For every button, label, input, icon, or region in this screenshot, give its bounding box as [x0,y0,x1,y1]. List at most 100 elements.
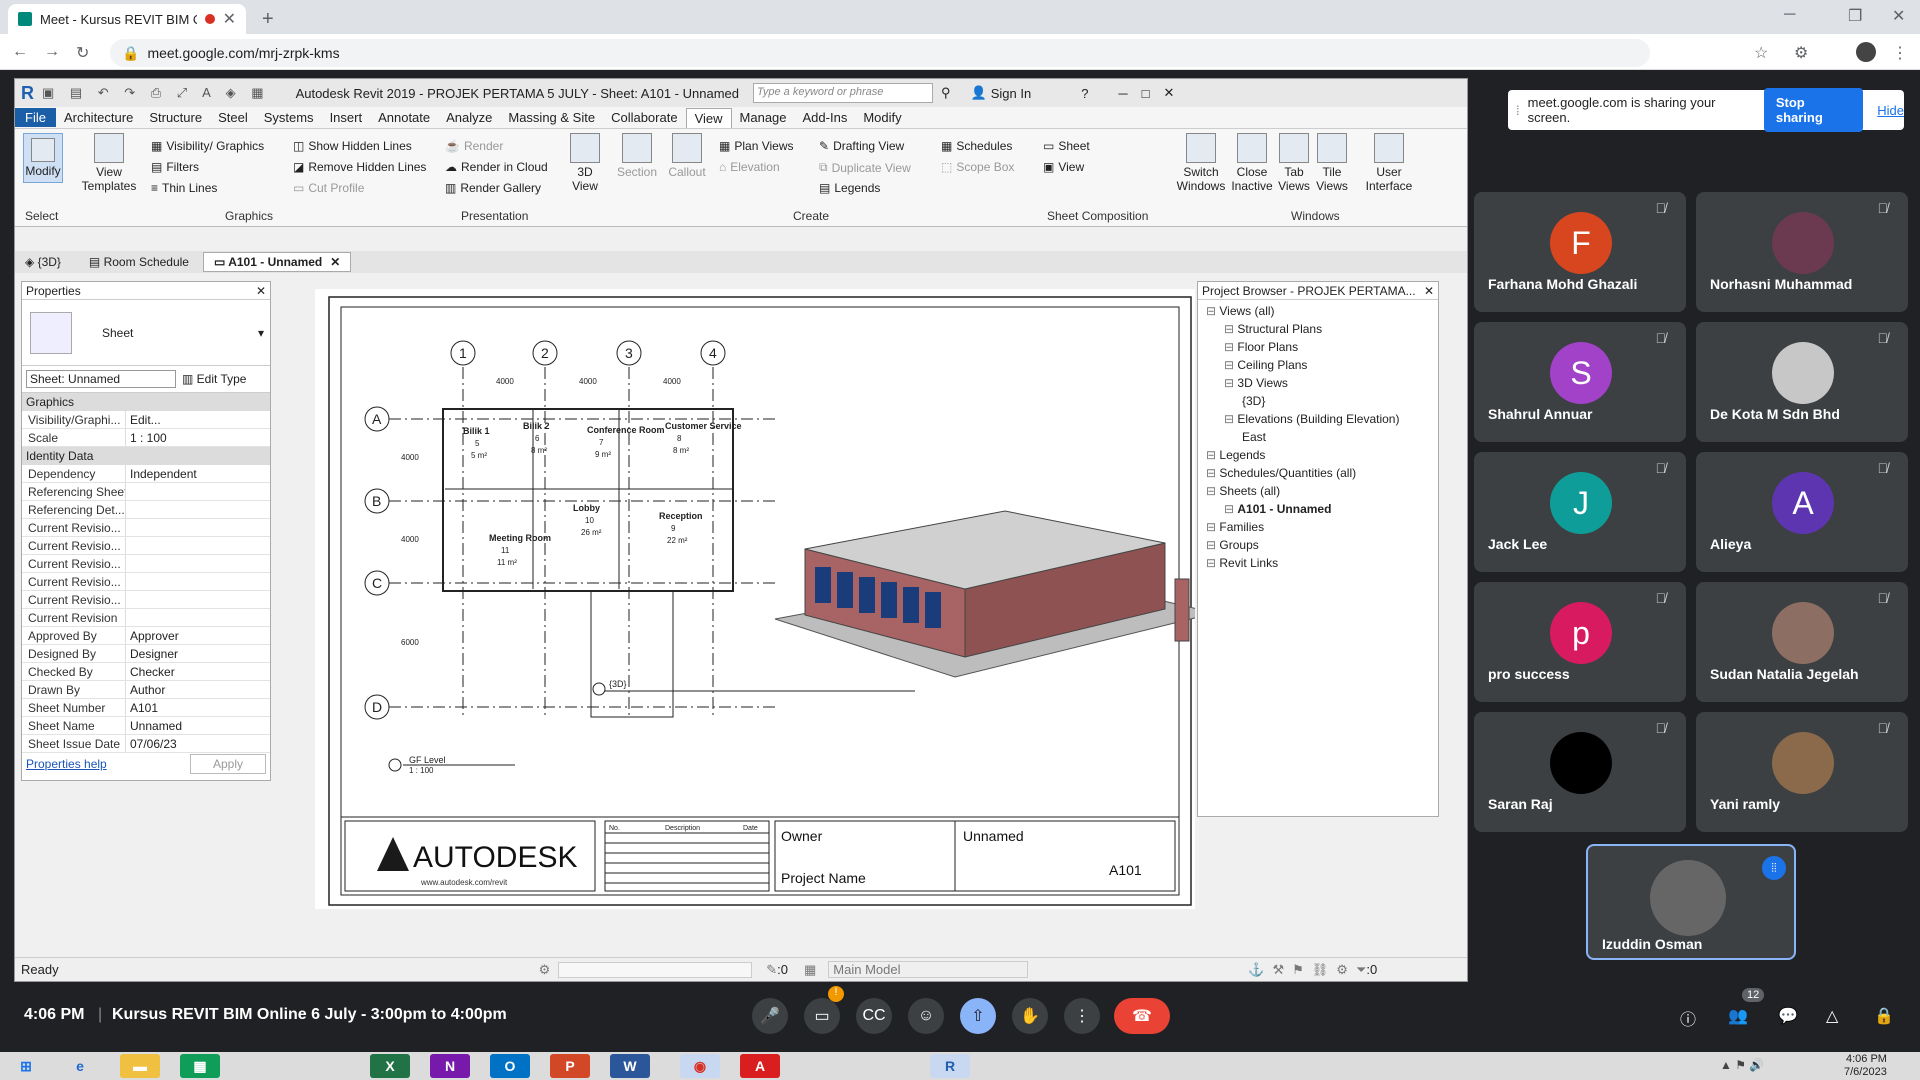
ribbon-tab-analyze[interactable]: Analyze [438,110,500,125]
property-value[interactable]: Edit... [126,413,270,427]
ribbon-tab-insert[interactable]: Insert [322,110,371,125]
tree-toggle-icon[interactable]: ⊟ [1224,340,1237,354]
close-window-icon[interactable]: ✕ [1892,6,1905,26]
cut-profile-button[interactable]: ▭ Cut Profile [293,181,364,195]
show-hidden-lines-button[interactable]: ◫ Show Hidden Lines [293,139,412,153]
legends-button[interactable]: ▤ Legends [819,181,880,195]
property-row[interactable]: Visibility/Graphi... Edit... [22,411,270,429]
menu-icon[interactable]: ⋮ [1892,43,1908,63]
property-row[interactable]: Scale 1 : 100 [22,429,270,447]
ribbon-tab-modify[interactable]: Modify [855,110,909,125]
type-selector[interactable]: Sheet ▾ [22,300,270,366]
ribbon-tab-architecture[interactable]: Architecture [56,110,141,125]
revit-taskbar-icon[interactable]: R [930,1054,970,1078]
property-value[interactable]: 1 : 100 [126,431,270,445]
revit-maximize-icon[interactable]: □ [1142,86,1150,101]
tree-toggle-icon[interactable]: ⊟ [1206,520,1219,534]
callout-button[interactable]: Callout [665,133,709,179]
mic-button[interactable]: 🎤 [752,998,788,1034]
tile-views-button[interactable]: Tile Views [1313,133,1351,193]
activities-icon[interactable]: △ [1826,1006,1838,1026]
elevation-button[interactable]: ⌂ Elevation [719,160,780,174]
help-icon[interactable]: ? [1081,86,1088,101]
leave-call-button[interactable]: ☎ [1114,998,1170,1034]
tree-toggle-icon[interactable]: ⊟ [1206,448,1219,462]
tree-toggle-icon[interactable]: ⊟ [1206,538,1219,552]
property-value[interactable]: Designer [126,647,270,661]
extensions-icon[interactable]: ⚙ [1794,43,1808,63]
tree-toggle-icon[interactable]: ⊟ [1224,322,1237,336]
browser-item[interactable]: ⊟ Structural Plans [1224,322,1322,336]
sheet-button[interactable]: ▭ Sheet [1043,139,1090,153]
minimize-icon[interactable]: ─ [1784,6,1795,24]
emoji-button[interactable]: ☺ [908,998,944,1034]
close-inactive-button[interactable]: Close Inactive [1229,133,1275,193]
restore-icon[interactable]: ❐ [1848,6,1862,26]
property-row[interactable]: Current Revisio... [22,519,270,537]
back-icon[interactable]: ← [12,43,28,61]
browser-item[interactable]: ⊟ 3D Views [1224,376,1288,390]
ribbon-tab-manage[interactable]: Manage [732,110,795,125]
profile-avatar[interactable] [1856,42,1876,62]
doc-tab-room-schedule[interactable]: ▤ Room Schedule [75,255,203,269]
present-button[interactable]: ⇧ [960,998,996,1034]
doc-tab-3d[interactable]: ◈ {3D} [15,255,75,269]
property-row[interactable]: Current Revisio... [22,591,270,609]
modify-button[interactable]: Modify [23,133,63,183]
acrobat-icon[interactable]: A [740,1054,780,1078]
tree-toggle-icon[interactable]: ⊟ [1224,376,1237,390]
property-row[interactable]: Referencing Sheet [22,483,270,501]
browser-item[interactable]: ⊟ Groups [1206,538,1259,552]
browser-item[interactable]: ⊟ Ceiling Plans [1224,358,1307,372]
participant-tile[interactable]: 🎙̸ De Kota M Sdn Bhd [1696,322,1908,442]
sheets-icon[interactable]: ▦ [180,1054,220,1078]
tree-toggle-icon[interactable]: ⊟ [1224,502,1237,516]
people-icon[interactable]: 👥 [1728,1006,1748,1026]
property-row[interactable]: Dependency Independent [22,465,270,483]
ribbon-tab-steel[interactable]: Steel [210,110,256,125]
outlook-icon[interactable]: O [490,1054,530,1078]
property-row[interactable]: Approved By Approver [22,627,270,645]
property-row[interactable]: Current Revisio... [22,555,270,573]
ribbon-tab-collaborate[interactable]: Collaborate [603,110,686,125]
browser-item[interactable]: {3D} [1242,394,1265,408]
browser-close-icon[interactable]: ✕ [1424,284,1434,298]
property-value[interactable]: Unnamed [126,719,270,733]
hide-link[interactable]: Hide [1877,103,1904,118]
powerpoint-icon[interactable]: P [550,1054,590,1078]
browser-item[interactable]: ⊟ Floor Plans [1224,340,1298,354]
revit-logo-icon[interactable]: R [21,83,34,104]
schedules-button[interactable]: ▦ Schedules [941,139,1012,153]
ribbon-tab-massing-site[interactable]: Massing & Site [500,110,603,125]
participant-tile[interactable]: 🎙̸ Sudan Natalia Jegelah [1696,582,1908,702]
browser-item[interactable]: ⊟ Schedules/Quantities (all) [1206,466,1356,480]
browser-item[interactable]: ⊟ Elevations (Building Elevation) [1224,412,1399,426]
ie-icon[interactable]: e [60,1054,100,1078]
instance-filter-select[interactable]: Sheet: Unnamed [26,370,176,388]
property-row[interactable]: Current Revisio... [22,573,270,591]
participant-tile[interactable]: 🎙̸ Yani ramly [1696,712,1908,832]
browser-item[interactable]: ⊟ Families [1206,520,1264,534]
info-icon[interactable]: ⓘ [1680,1006,1696,1030]
tree-toggle-icon[interactable]: ⊟ [1206,466,1219,480]
participant-tile[interactable]: 🎙̸ Saran Raj [1474,712,1686,832]
onenote-icon[interactable]: N [430,1054,470,1078]
property-row[interactable]: Current Revision [22,609,270,627]
ribbon-tab-view[interactable]: View [685,107,732,128]
property-row[interactable]: Designed By Designer [22,645,270,663]
model-select[interactable]: Main Model [828,961,1029,978]
filter-icon[interactable]: ⏷ [1356,962,1366,978]
self-tile[interactable]: ⦙⦙ Izuddin Osman [1586,844,1796,960]
explorer-icon[interactable]: ▬ [120,1054,160,1078]
participant-tile[interactable]: 🎙̸ Norhasni Muhammad [1696,192,1908,312]
property-value[interactable]: A101 [126,701,270,715]
property-value[interactable]: Checker [126,665,270,679]
participant-tile[interactable]: S 🎙̸ Shahrul Annuar [1474,322,1686,442]
property-value[interactable]: Approver [126,629,270,643]
star-icon[interactable]: ☆ [1754,43,1768,63]
drafting-view-button[interactable]: ✎ Drafting View [819,139,904,153]
property-row[interactable]: Current Revisio... [22,537,270,555]
view-templates-button[interactable]: View Templates [79,133,139,193]
ribbon-tab-file[interactable]: File [15,108,56,127]
system-tray-icons[interactable]: ▲ ⚑ 🔊 [1720,1058,1764,1072]
